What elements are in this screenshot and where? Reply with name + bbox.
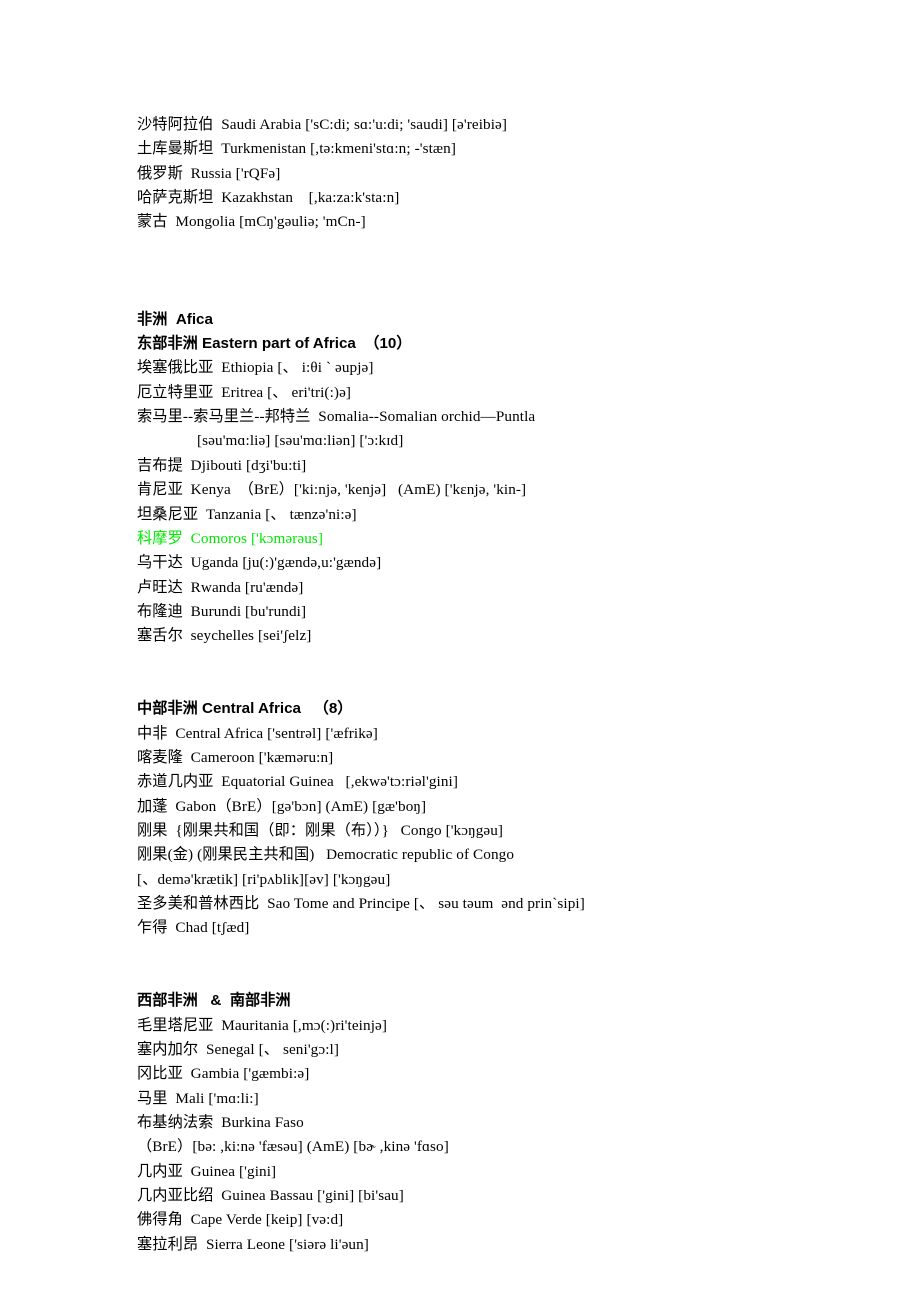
country-line: 吉布提 Djibouti [dʒi'bu:ti] bbox=[137, 456, 307, 474]
country-line: 卢旺达 Rwanda [ru'ændə] bbox=[137, 578, 304, 596]
country-line: 刚果 {刚果共和国（即：刚果（布））} Congo ['kɔŋgəu] bbox=[137, 821, 504, 839]
country-line: 乍得 Chad [tʃæd] bbox=[137, 919, 250, 937]
country-line: 几内亚 Guinea ['gini] bbox=[137, 1162, 277, 1180]
pronunciation-line: [səu'mɑ:liə] [səu'mɑ:liən] ['ɔ:kɪd] bbox=[197, 432, 404, 450]
country-line: 毛里塔尼亚 Mauritania [,mɔ(:)ri'teinjə] bbox=[137, 1016, 388, 1034]
country-line: 蒙古 Mongolia [mCŋ'gəuliə; 'mCn-] bbox=[137, 213, 366, 231]
pronunciation-line: [、demə'krætik] [ri'pʌblik][əv] ['kɔŋgəu] bbox=[137, 870, 391, 888]
country-line: 厄立特里亚 Eritrea [、 eri'tri(:)ə] bbox=[137, 383, 352, 401]
country-line: 埃塞俄比亚 Ethiopia [、 i:θi ` əupjə] bbox=[137, 359, 374, 377]
country-line: 圣多美和普林西比 Sao Tome and Principe [、 səu tə… bbox=[137, 895, 585, 912]
section-west-south-africa: 西部非洲 & 南部非洲 毛里塔尼亚 Mauritania [,mɔ(:)ri't… bbox=[137, 989, 837, 1257]
country-line: 佛得角 Cape Verde [keip] [və:d] bbox=[137, 1211, 344, 1229]
country-line: 塞舌尔 seychelles [sei'ʃelz] bbox=[137, 627, 312, 645]
country-line: 中非 Central Africa ['sentrəl] ['æfrikə] bbox=[137, 724, 378, 742]
country-line: 冈比亚 Gambia ['gæmbi:ə] bbox=[137, 1065, 310, 1083]
section-heading: 西部非洲 & 南部非洲 bbox=[137, 992, 291, 1010]
africa-title: 非洲 Afica bbox=[137, 310, 213, 328]
country-line: 喀麦隆 Cameroon ['kæməru:n] bbox=[137, 748, 334, 766]
country-line: 索马里--索马里兰--邦特兰 Somalia--Somalian orchid—… bbox=[137, 408, 536, 426]
country-line: 肯尼亚 Kenya （BrE）['ki:njə, 'kenjə] (AmE) [… bbox=[137, 481, 527, 499]
country-line: 土库曼斯坦 Turkmenistan [,tə:kmeni'stɑ:n; -'s… bbox=[137, 140, 456, 158]
country-line: 加蓬 Gabon（BrE）[gə'bɔn] (AmE) [gæ'boŋ] bbox=[137, 797, 427, 815]
country-line: 塞内加尔 Senegal [、 seni'gɔ:l] bbox=[137, 1041, 339, 1059]
pronunciation-line: （BrE）[bə: ,ki:nə 'fæsəu] (AmE) [bɚ ,kinə… bbox=[137, 1138, 449, 1156]
document-page: 沙特阿拉伯 Saudi Arabia ['sC:di; sɑ:'u:di; 's… bbox=[0, 0, 920, 1302]
section-heading: 东部非洲 Eastern part of Africa （10） bbox=[137, 335, 412, 353]
country-line-highlighted: 科摩罗 Comoros ['kɔmərəus] bbox=[137, 529, 324, 547]
country-line: 布基纳法索 Burkina Faso bbox=[137, 1114, 304, 1132]
country-line: 沙特阿拉伯 Saudi Arabia ['sC:di; sɑ:'u:di; 's… bbox=[137, 116, 508, 133]
country-line: 几内亚比绍 Guinea Bassau ['gini] [bi'sau] bbox=[137, 1187, 404, 1205]
country-line: 赤道几内亚 Equatorial Guinea [,ekwə'tɔ:riəl'g… bbox=[137, 773, 459, 791]
country-line: 塞拉利昂 Sierra Leone ['siərə li'əun] bbox=[137, 1235, 369, 1253]
country-line: 布隆迪 Burundi [bu'rundi] bbox=[137, 602, 307, 620]
country-line: 马里 Mali ['mɑ:li:] bbox=[137, 1089, 259, 1107]
section-eastern-africa: 东部非洲 Eastern part of Africa （10） 埃塞俄比亚 E… bbox=[137, 332, 837, 648]
country-line: 乌干达 Uganda [ju(:)'gændə,u:'gændə] bbox=[137, 554, 382, 572]
country-line: 刚果(金) (刚果民主共和国) Democratic republic of C… bbox=[137, 846, 515, 864]
country-line: 坦桑尼亚 Tanzania [、 tænzə'ni:ə] bbox=[137, 505, 357, 523]
section-central-africa: 中部非洲 Central Africa （8） 中非 Central Afric… bbox=[137, 697, 837, 940]
country-line: 哈萨克斯坦 Kazakhstan [,ka:za:k'sta:n] bbox=[137, 189, 400, 207]
asia-tail-block: 沙特阿拉伯 Saudi Arabia ['sC:di; sɑ:'u:di; 's… bbox=[137, 113, 837, 235]
country-line: 俄罗斯 Russia ['rQFə] bbox=[137, 164, 281, 182]
section-heading: 中部非洲 Central Africa （8） bbox=[137, 700, 353, 718]
document-body: 沙特阿拉伯 Saudi Arabia ['sC:di; sɑ:'u:di; 's… bbox=[137, 113, 837, 1257]
